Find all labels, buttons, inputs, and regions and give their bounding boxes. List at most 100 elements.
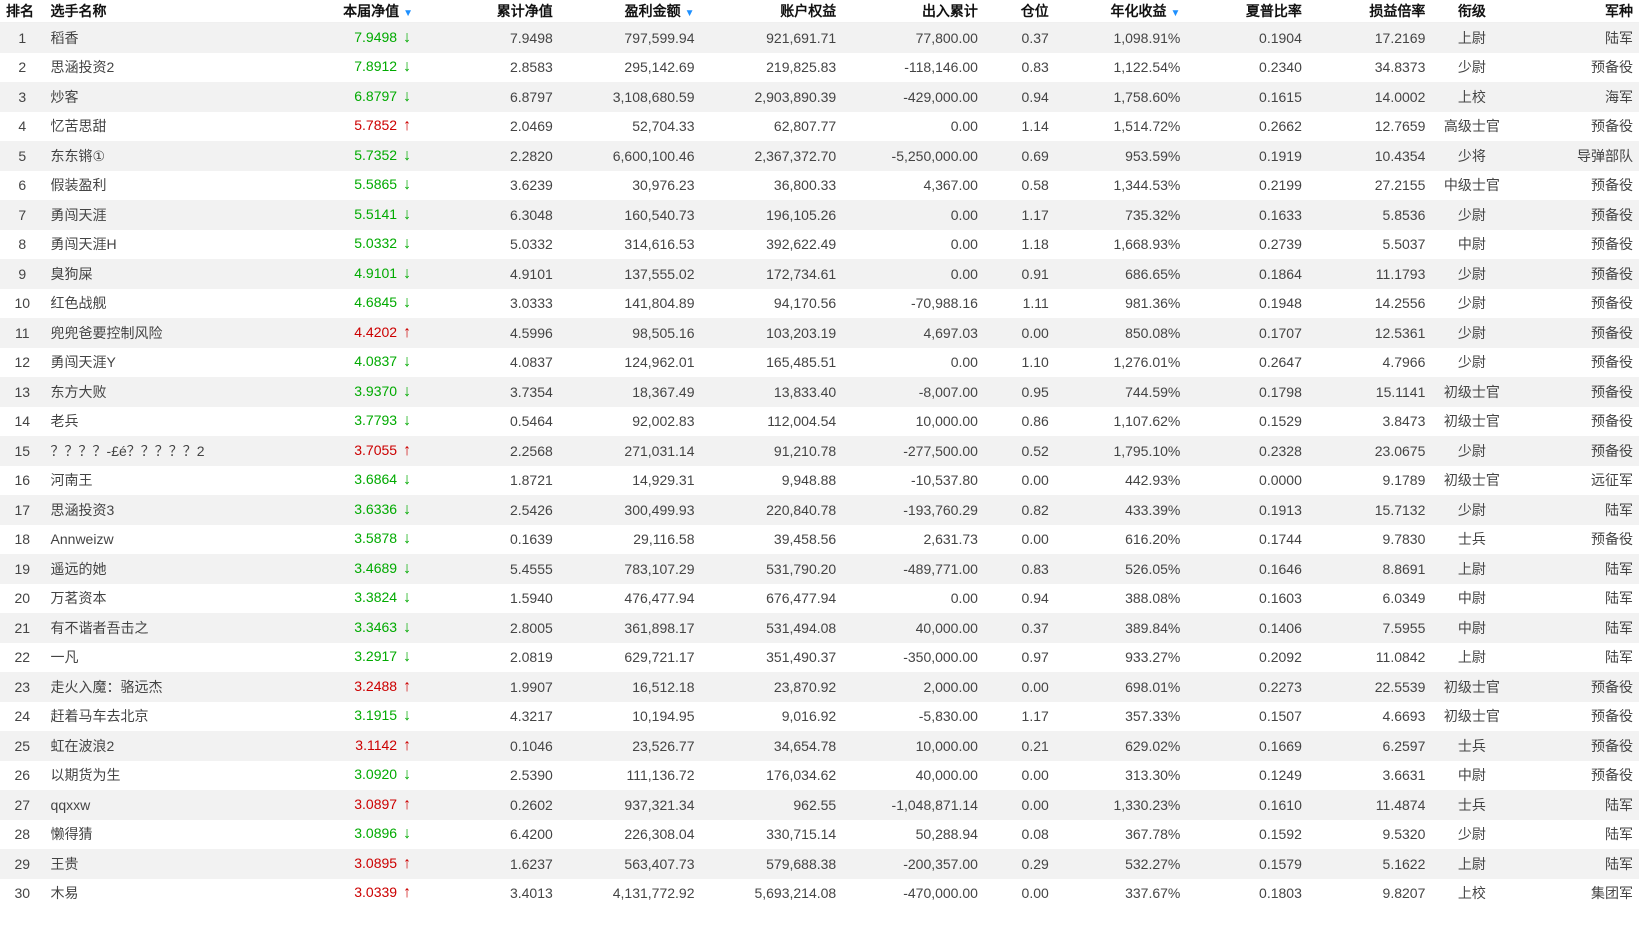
rank-cell: 29 (0, 849, 45, 879)
table-row[interactable]: 19 遥远的她 3.4689 ↓ 5.4555 783,107.29 531,790.20-… (0, 554, 1639, 584)
annual-cell: 357.33% (1054, 701, 1187, 731)
table-row[interactable]: 4 忆苦思甜 5.7852 ↑ 2.0469 52,704.33 62,807.77 0.00… (0, 111, 1639, 141)
rank-cell: 5 (0, 141, 45, 171)
rank-cell: 4 (0, 111, 45, 141)
pl-ratio-cell: 12.5361 (1307, 318, 1432, 348)
table-row[interactable]: 20 万茗资本 3.3824 ↓ 1.5940 476,477.94 676,477.94 0… (0, 583, 1639, 613)
sharpe-cell: 0.2662 (1186, 111, 1308, 141)
rank-cell: 15 (0, 436, 45, 466)
branch-cell: 陆军 (1512, 790, 1639, 820)
cum-net-value-cell: 0.2602 (419, 790, 559, 820)
table-row[interactable]: 11 兜兜爸要控制风险 4.4202 ↑ 4.5996 98,505.16 103,203.… (0, 318, 1639, 348)
annual-cell: 1,107.62% (1054, 406, 1187, 436)
position-cell: 0.95 (983, 377, 1055, 407)
table-row[interactable]: 25 虹在波浪2 3.1142 ↑ 0.1046 23,526.77 34,654.78 10… (0, 731, 1639, 761)
flow-cell: -5,250,000.00 (842, 141, 984, 171)
table-row[interactable]: 27 qqxxw 3.0897 ↑ 0.2602 937,321.34 962.55 -1,0… (0, 790, 1639, 820)
sharpe-cell: 0.1803 (1186, 878, 1308, 908)
sharpe-cell: 0.1603 (1186, 583, 1308, 613)
arrow-down-icon: ↓ (403, 559, 412, 577)
table-row[interactable]: 22 一凡 3.2917 ↓ 2.0819 629,721.17 351,490.37 -35… (0, 642, 1639, 672)
arrow-up-icon: ↑ (403, 854, 412, 872)
table-row[interactable]: 12 勇闯天涯Y 4.0837 ↓ 4.0837 124,962.01 165,485.51… (0, 347, 1639, 377)
table-row[interactable]: 24 赶着马车去北京 3.1915 ↓ 4.3217 10,194.95 9,016.92-… (0, 701, 1639, 731)
profit-cell: 160,540.73 (558, 200, 701, 230)
table-row[interactable]: 26 以期货为生 3.0920 ↓ 2.5390 111,136.72 176,034.62… (0, 760, 1639, 790)
net-value-cell: 3.1915 ↓ (277, 701, 420, 731)
annual-cell: 629.02% (1054, 731, 1187, 761)
net-value-cell: 3.0895 ↑ (277, 849, 420, 879)
name-cell: 以期货为生 (44, 760, 278, 790)
sharpe-cell: 0.1864 (1186, 259, 1308, 289)
net-value: 3.0897 (354, 795, 398, 812)
table-row[interactable]: 2 思涵投资2 7.8912 ↓ 2.8583 295,142.69 219,825.83-… (0, 52, 1639, 82)
annual-cell: 850.08% (1054, 318, 1187, 348)
net-value-cell: 3.3463 ↓ (277, 613, 420, 643)
name-cell: 勇闯天涯H (44, 229, 278, 259)
name-cell: 赶着马车去北京 (44, 701, 278, 731)
flow-cell: -470,000.00 (842, 878, 984, 908)
col-annual-sort[interactable]: 年化收益 ▼ (1054, 0, 1187, 23)
table-row[interactable]: 18 Annweizw 3.5878 ↓ 0.1639 29,116.58 39,458.5… (0, 524, 1639, 554)
annual-cell: 1,795.10% (1054, 436, 1187, 466)
table-row[interactable]: 21 有不谐者吾击之 3.3463 ↓ 2.8005 361,898.17 531,494.… (0, 613, 1639, 643)
profit-cell: 98,505.16 (558, 318, 701, 348)
rank-cell: 21 (0, 613, 45, 643)
table-row[interactable]: 9 臭狗屎 4.9101 ↓ 4.9101 137,555.02 172,734.61 0.0… (0, 259, 1639, 289)
table-row[interactable]: 14 老兵 3.7793 ↓ 0.5464 92,002.83 112,004.54 10,0… (0, 406, 1639, 436)
pl-ratio-cell: 11.0842 (1307, 642, 1432, 672)
sort-down-icon[interactable]: ▼ (685, 8, 695, 19)
table-row[interactable]: 13 东方大败 3.9370 ↓ 3.7354 18,367.49 13,833.40 -8,… (0, 377, 1639, 407)
position-cell: 1.17 (983, 200, 1055, 230)
pl-ratio-cell: 22.5539 (1307, 672, 1432, 702)
arrow-down-icon: ↓ (403, 28, 412, 46)
name-cell: 老兵 (44, 406, 278, 436)
sharpe-cell: 0.2199 (1186, 170, 1308, 200)
arrow-down-icon: ↓ (403, 58, 412, 76)
table-row[interactable]: 6 假装盈利 5.5865 ↓ 3.6239 30,976.23 36,800.33 4,36… (0, 170, 1639, 200)
equity-cell: 9,948.88 (700, 465, 843, 495)
name-cell: 假装盈利 (44, 170, 278, 200)
name-cell: 稻香 (44, 22, 278, 53)
table-row[interactable]: 8 勇闯天涯H 5.0332 ↓ 5.0332 314,616.53 392,622.49 0… (0, 229, 1639, 259)
table-row[interactable]: 29 王贵 3.0895 ↑ 1.6237 563,407.73 579,688.38 -20… (0, 849, 1639, 879)
position-cell: 0.94 (983, 82, 1055, 112)
flow-cell: 0.00 (842, 111, 984, 141)
branch-cell: 预备役 (1512, 318, 1639, 348)
col-profit-sort[interactable]: 盈利金额 ▼ (558, 0, 701, 23)
profit-cell: 4,131,772.92 (558, 878, 701, 908)
cum-net-value-cell: 1.8721 (419, 465, 559, 495)
table-row[interactable]: 10 红色战舰 4.6845 ↓ 3.0333 141,804.89 94,170.56 -7… (0, 288, 1639, 318)
profit-cell: 797,599.94 (558, 22, 701, 53)
net-value: 4.9101 (354, 264, 398, 281)
equity-cell: 219,825.83 (700, 52, 843, 82)
table-row[interactable]: 30 木易 3.0339 ↑ 3.4013 4,131,772.92 5,693,214.0… (0, 878, 1639, 908)
position-cell: 0.83 (983, 554, 1055, 584)
table-row[interactable]: 3 炒客 6.8797 ↓ 6.8797 3,108,680.59 2,903,890.39… (0, 82, 1639, 112)
sort-down-icon[interactable]: ▼ (403, 8, 413, 19)
position-cell: 0.82 (983, 495, 1055, 525)
table-row[interactable]: 28 懒得猜 3.0896 ↓ 6.4200 226,308.04 330,715.14 50… (0, 819, 1639, 849)
table-row[interactable]: 17 思涵投资3 3.6336 ↓ 2.5426 300,499.93 220,840.78… (0, 495, 1639, 525)
rank-title-cell: 少尉 (1431, 347, 1513, 377)
col-net-value-sort[interactable]: 本届净值 ▼ (277, 0, 420, 23)
branch-cell: 预备役 (1512, 436, 1639, 466)
equity-cell: 165,485.51 (700, 347, 843, 377)
net-value-cell: 3.6336 ↓ (277, 495, 420, 525)
sort-down-icon[interactable]: ▼ (1170, 8, 1180, 19)
annual-cell: 1,276.01% (1054, 347, 1187, 377)
branch-cell: 陆军 (1512, 22, 1639, 53)
table-row[interactable]: 5 东东锵① 5.7352 ↓ 2.2820 6,600,100.46 2,367,372.… (0, 141, 1639, 171)
table-row[interactable]: 7 勇闯天涯 5.5141 ↓ 6.3048 160,540.73 196,105.26 0.… (0, 200, 1639, 230)
net-value-cell: 5.7352 ↓ (277, 141, 420, 171)
net-value-cell: 3.0339 ↑ (277, 878, 420, 908)
table-row[interactable]: 23 走火入魔：骆远杰 3.2488 ↑ 1.9907 16,512.18 23,870.9… (0, 672, 1639, 702)
col-pl-ratio: 损益倍率 (1307, 0, 1432, 23)
table-row[interactable]: 15 ？？？？-£é？？？？？2 3.7055 ↑ 2.2568 271,031.14 91… (0, 436, 1639, 466)
cum-net-value-cell: 2.2568 (419, 436, 559, 466)
profit-cell: 10,194.95 (558, 701, 701, 731)
pl-ratio-cell: 8.8691 (1307, 554, 1432, 584)
flow-cell: -489,771.00 (842, 554, 984, 584)
table-row[interactable]: 1 稻香 7.9498 ↓ 7.9498 797,599.94 921,691.71 77,8… (0, 22, 1639, 53)
table-row[interactable]: 16 河南王 3.6864 ↓ 1.8721 14,929.31 9,948.88 -10,5… (0, 465, 1639, 495)
